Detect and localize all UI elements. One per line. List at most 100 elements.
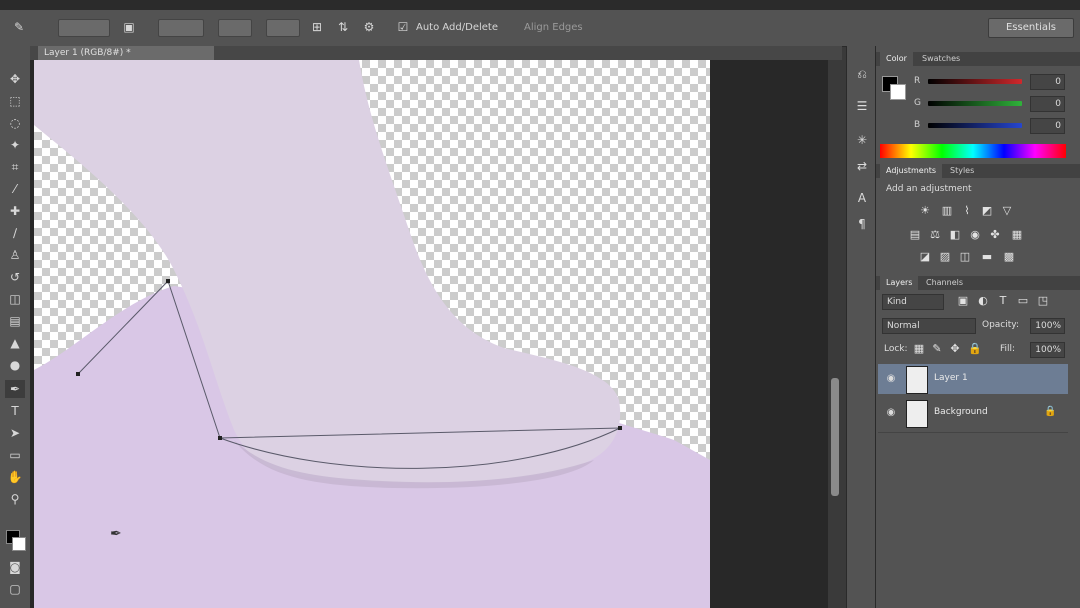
tab-channels[interactable]: Channels [920,276,969,290]
crop-tool-icon[interactable]: ⌗ [5,158,25,176]
gradient-map-icon[interactable]: ▬ [980,250,994,264]
layer-name[interactable]: Background [934,407,988,417]
panel-icon-strip: ⎌ ☰ ✳ ⇄ A ¶ [846,46,876,608]
selective-color-icon[interactable]: ▩ [1002,250,1016,264]
black-white-icon[interactable]: ◧ [948,228,962,242]
blend-mode-select[interactable]: Normal [882,318,976,334]
lock-pixels-icon[interactable]: ✎ [930,342,944,356]
background-color-swatch[interactable] [12,537,26,551]
eye-icon[interactable]: ◉ [884,406,898,420]
stamp-tool-icon[interactable]: ♙ [5,246,25,264]
path-selection-tool-icon[interactable]: ➤ [5,424,25,442]
anchor-point [218,436,222,440]
document-canvas[interactable]: ✒ [34,60,710,608]
make-mask-button[interactable] [158,19,204,37]
quick-mask-icon[interactable]: ◙ [5,558,25,576]
eye-icon[interactable]: ◉ [884,372,898,386]
eraser-tool-icon[interactable]: ◫ [5,290,25,308]
color-lookup-icon[interactable]: ▦ [1010,228,1024,242]
shape-tool-icon[interactable]: ▭ [5,446,25,464]
path-operations-button[interactable] [266,19,300,37]
color-background-swatch[interactable] [890,84,906,100]
tab-adjustments[interactable]: Adjustments [880,164,943,178]
move-tool-icon[interactable]: ✥ [5,70,25,88]
character-panel-icon[interactable]: A [854,190,870,206]
canvas-scrollbar-thumb[interactable] [831,378,839,496]
path-alignment-icon[interactable]: ⊞ [310,20,324,34]
levels-icon[interactable]: ▥ [940,204,954,218]
red-slider[interactable] [928,79,1022,84]
brightness-contrast-icon[interactable]: ☀ [918,204,932,218]
invert-icon[interactable]: ◪ [918,250,932,264]
lock-all-icon[interactable]: 🔒 [968,342,982,356]
fill-field[interactable]: 100% [1030,342,1065,358]
healing-brush-tool-icon[interactable]: ✚ [5,202,25,220]
filter-smart-object-icon[interactable]: ◳ [1036,294,1050,308]
tab-layers[interactable]: Layers [880,276,919,290]
blue-value-field[interactable]: 0 [1030,118,1065,134]
hue-saturation-icon[interactable]: ▤ [908,228,922,242]
vibrance-icon[interactable]: ▽ [1000,204,1014,218]
filter-type-icon[interactable]: T [996,294,1010,308]
eyedropper-tool-icon[interactable]: ⁄ [5,180,25,198]
threshold-icon[interactable]: ◫ [958,250,972,264]
blue-slider[interactable] [928,123,1022,128]
opacity-field[interactable]: 100% [1030,318,1065,334]
type-tool-icon[interactable]: T [5,402,25,420]
make-selection-icon[interactable]: ▣ [122,20,136,34]
history-panel-icon[interactable]: ⎌ [854,66,870,82]
layer-name[interactable]: Layer 1 [934,373,968,383]
posterize-icon[interactable]: ▨ [938,250,952,264]
tab-swatches[interactable]: Swatches [916,52,966,66]
brush-tool-icon[interactable]: ∕ [5,224,25,242]
canvas-scrollbar[interactable] [828,60,842,608]
brush-panel-icon[interactable]: ✳ [854,132,870,148]
channel-mixer-icon[interactable]: ✤ [988,228,1002,242]
lock-position-icon[interactable]: ✥ [948,342,962,356]
red-value-field[interactable]: 0 [1030,74,1065,90]
screen-mode-icon[interactable]: ▢ [5,580,25,598]
adjustments-header: Add an adjustment [886,184,972,194]
document-tab[interactable]: Layer 1 (RGB/8#) * [38,46,214,60]
make-shape-button[interactable] [218,19,252,37]
green-slider[interactable] [928,101,1022,106]
blur-tool-icon[interactable]: ▲ [5,334,25,352]
settings-gear-icon[interactable]: ⚙ [362,20,376,34]
color-panel-tabs: Color Swatches [876,52,1080,66]
pen-tool-preset-icon[interactable]: ✎ [12,20,26,34]
filter-pixel-icon[interactable]: ▣ [956,294,970,308]
gradient-tool-icon[interactable]: ▤ [5,312,25,330]
color-balance-icon[interactable]: ⚖ [928,228,942,242]
lasso-tool-icon[interactable]: ◌ [5,114,25,132]
dodge-tool-icon[interactable]: ● [5,356,25,374]
filter-adjustment-icon[interactable]: ◐ [976,294,990,308]
layer-row-selected[interactable]: ◉ Layer 1 [878,364,1068,394]
quick-select-tool-icon[interactable]: ✦ [5,136,25,154]
layer-filter-select[interactable]: Kind [882,294,944,310]
path-mode-select[interactable] [58,19,110,37]
color-spectrum-bar[interactable] [880,144,1066,158]
pen-tool-icon[interactable]: ✒ [5,380,25,398]
history-brush-tool-icon[interactable]: ↺ [5,268,25,286]
lock-transparent-icon[interactable]: ▦ [912,342,926,356]
photo-filter-icon[interactable]: ◉ [968,228,982,242]
path-arrangement-icon[interactable]: ⇅ [336,20,350,34]
checkbox-icon[interactable]: ☑ [396,20,410,34]
green-value-field[interactable]: 0 [1030,96,1065,112]
properties-panel-icon[interactable]: ☰ [854,98,870,114]
filter-shape-icon[interactable]: ▭ [1016,294,1030,308]
curves-icon[interactable]: ⌇ [960,204,974,218]
canvas-area[interactable]: ✒ [30,60,842,608]
layers-divider [878,432,1068,433]
workspace-select[interactable]: Essentials [988,18,1074,38]
clone-source-panel-icon[interactable]: ⇄ [854,158,870,174]
exposure-icon[interactable]: ◩ [980,204,994,218]
hand-tool-icon[interactable]: ✋ [5,468,25,486]
paragraph-panel-icon[interactable]: ¶ [854,216,870,232]
marquee-tool-icon[interactable]: ⬚ [5,92,25,110]
align-edges-label[interactable]: Align Edges [524,22,583,33]
tab-color[interactable]: Color [880,52,913,66]
zoom-tool-icon[interactable]: ⚲ [5,490,25,508]
layer-row[interactable]: ◉ Background 🔒 [878,398,1068,428]
tab-styles[interactable]: Styles [944,164,980,178]
